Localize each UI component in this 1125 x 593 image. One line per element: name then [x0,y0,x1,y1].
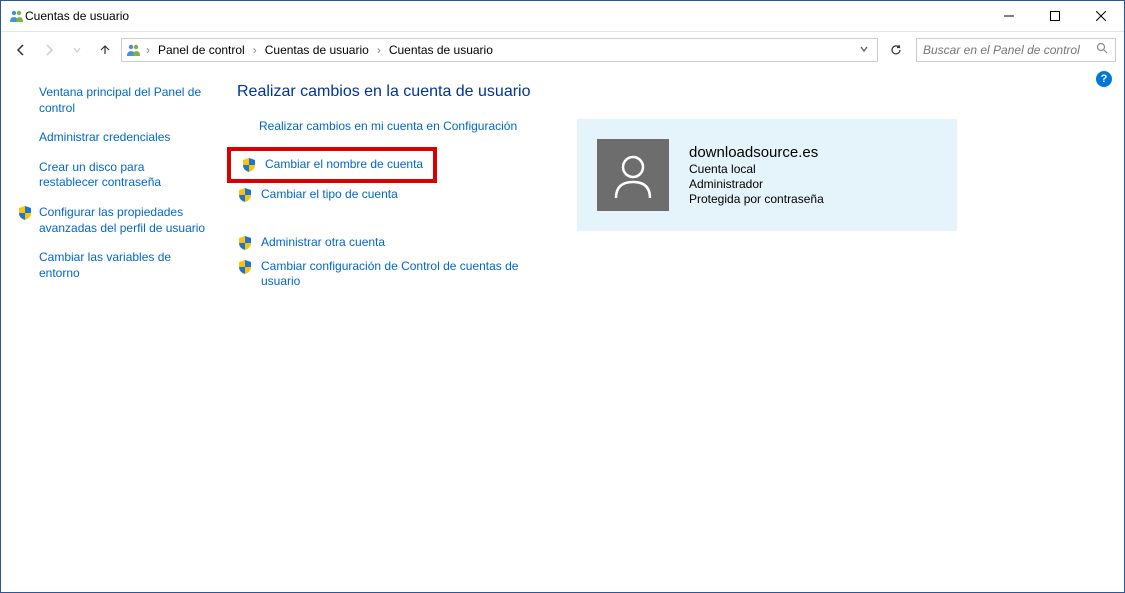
window-controls [986,1,1124,31]
shield-icon [237,259,253,275]
breadcrumb-item[interactable]: Cuentas de usuario [385,41,497,59]
shield-icon [237,235,253,251]
page-heading: Realizar cambios en la cuenta de usuario [237,83,1108,101]
breadcrumb-item[interactable]: Cuentas de usuario [261,41,373,59]
chevron-right-icon[interactable]: › [251,43,259,57]
account-name: downloadsource.es [689,144,824,161]
main: Realizar cambios en la cuenta de usuario… [217,77,1108,298]
shield-icon [17,205,33,221]
address-dropdown[interactable] [855,43,873,57]
account-type: Cuenta local [689,162,824,176]
sidebar-credentials[interactable]: Administrar credenciales [17,130,207,146]
sidebar-home[interactable]: Ventana principal del Panel de control [17,85,207,116]
navbar: › Panel de control › Cuentas de usuario … [1,31,1124,67]
refresh-button[interactable] [884,38,908,62]
account-info: downloadsource.es Cuenta local Administr… [689,144,824,206]
back-button[interactable] [9,38,33,62]
rename-account-link[interactable]: Cambiar el nombre de cuenta [241,157,423,173]
chevron-right-icon[interactable]: › [144,43,152,57]
maximize-button[interactable] [1032,1,1078,31]
account-role: Administrador [689,177,824,191]
sidebar-env-vars[interactable]: Cambiar las variables de entorno [17,250,207,281]
minimize-button[interactable] [986,1,1032,31]
chevron-right-icon[interactable]: › [375,43,383,57]
address-bar[interactable]: › Panel de control › Cuentas de usuario … [121,38,878,62]
shield-icon [241,157,257,173]
search-box[interactable] [916,38,1116,62]
sidebar-reset-disk[interactable]: Crear un disco para restablecer contrase… [17,160,207,191]
account-protected: Protegida por contraseña [689,192,824,206]
sidebar: Ventana principal del Panel de control A… [17,77,217,298]
forward-button[interactable] [37,38,61,62]
up-button[interactable] [93,38,117,62]
uac-link[interactable]: Cambiar configuración de Control de cuen… [237,259,547,290]
search-icon [1096,42,1109,58]
actions-column: Realizar cambios en mi cuenta en Configu… [237,119,547,298]
breadcrumb-item[interactable]: Panel de control [154,41,249,59]
content: ? Ventana principal del Panel de control… [1,67,1124,308]
account-card: downloadsource.es Cuenta local Administr… [577,119,957,231]
close-button[interactable] [1078,1,1124,31]
titlebar: Cuentas de usuario [1,1,1124,31]
avatar [597,139,669,211]
change-type-link[interactable]: Cambiar el tipo de cuenta [237,187,547,203]
users-icon [9,8,25,24]
recent-dropdown[interactable] [65,38,89,62]
manage-other-link[interactable]: Administrar otra cuenta [237,235,547,251]
search-input[interactable] [923,43,1096,57]
shield-icon [237,187,253,203]
highlighted-action: Cambiar el nombre de cuenta [227,147,437,183]
sidebar-advanced-profile[interactable]: Configurar las propiedades avanzadas del… [17,205,207,236]
help-icon[interactable]: ? [1096,71,1112,87]
window-title: Cuentas de usuario [25,9,986,23]
config-link[interactable]: Realizar cambios en mi cuenta en Configu… [259,119,547,135]
users-icon [126,42,142,58]
